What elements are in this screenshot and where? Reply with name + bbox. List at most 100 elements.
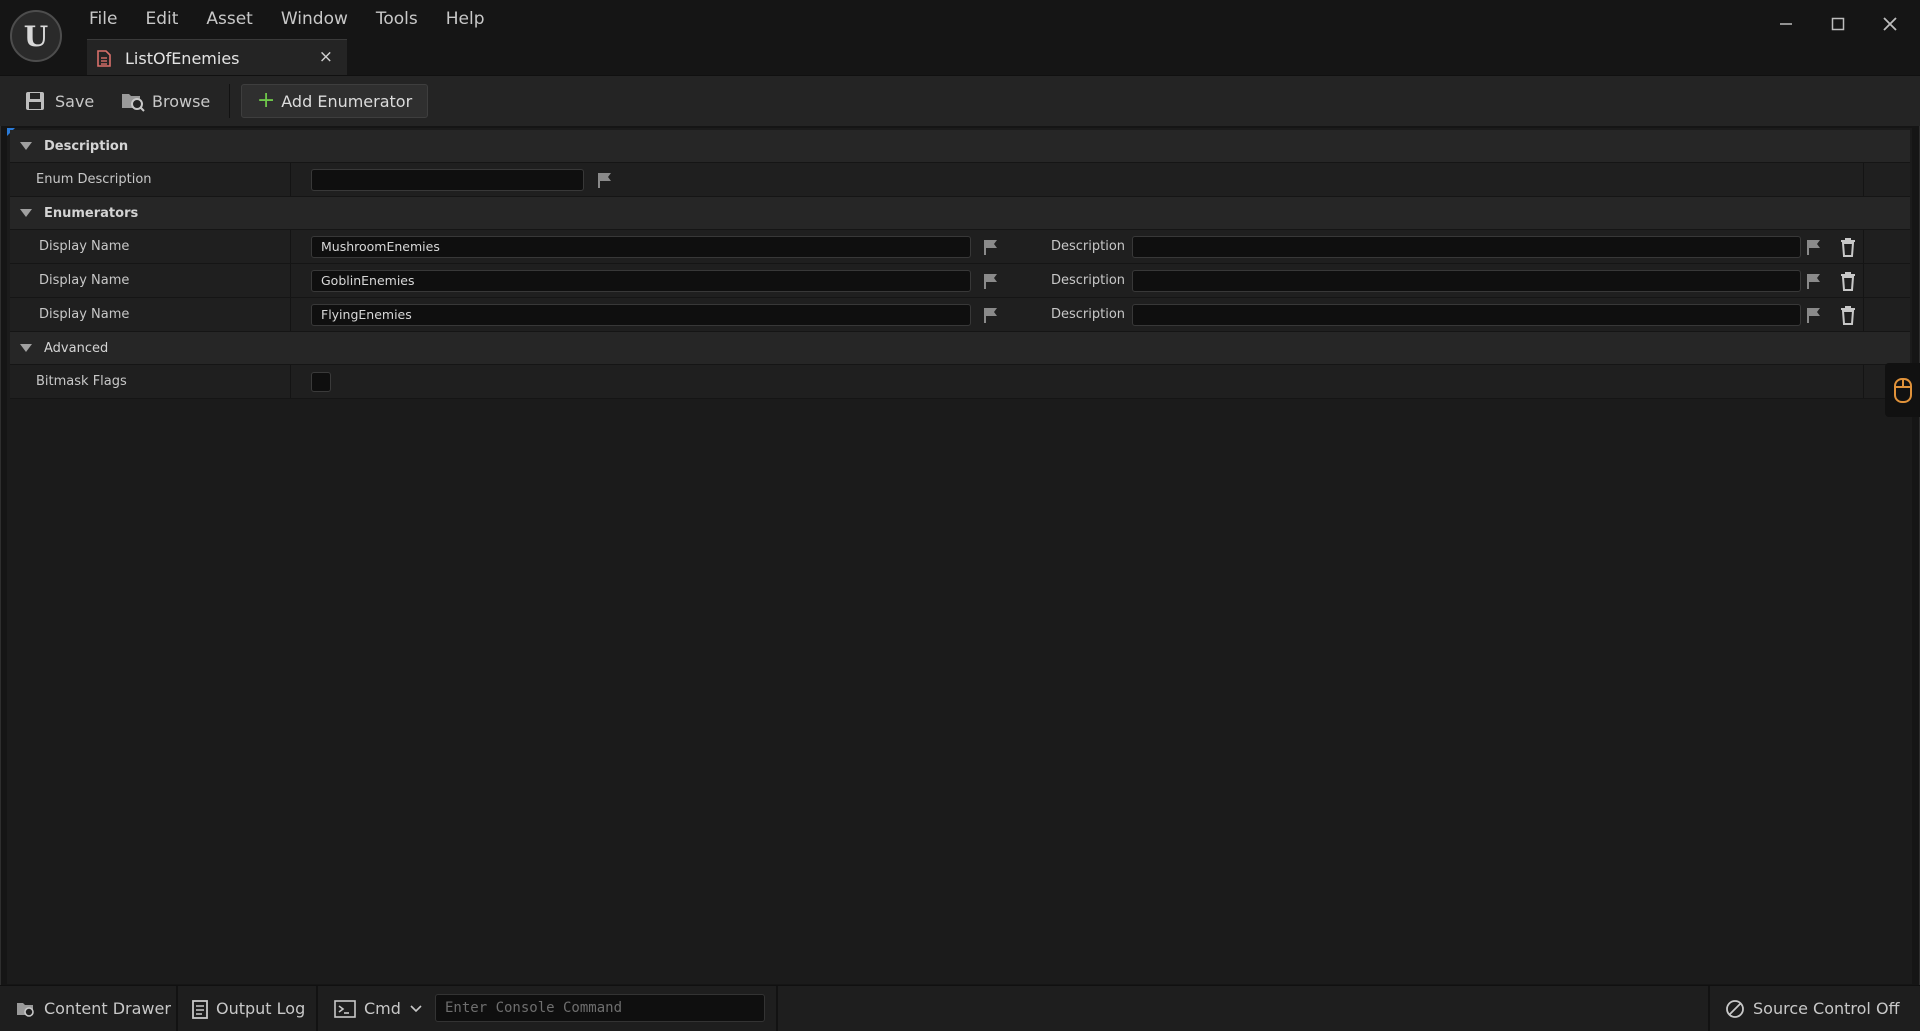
browse-label: Browse <box>152 91 211 111</box>
enumerator-description-input[interactable] <box>1132 270 1801 292</box>
flag-icon[interactable] <box>982 238 1000 256</box>
output-log-label: Output Log <box>216 999 306 1018</box>
column-splitter <box>1863 230 1864 263</box>
terminal-icon <box>334 999 356 1018</box>
status-divider <box>776 986 778 1031</box>
flag-icon[interactable] <box>1805 272 1823 290</box>
menu-window[interactable]: Window <box>267 9 362 29</box>
side-panel-handle[interactable] <box>1885 363 1920 417</box>
menu-help[interactable]: Help <box>432 9 499 29</box>
minimize-icon <box>1780 23 1792 25</box>
flag-icon[interactable] <box>982 272 1000 290</box>
minimize-button[interactable] <box>1760 0 1812 48</box>
details-panel: Description Enum Description Enumerators… <box>7 128 1912 984</box>
bitmask-flags-checkbox[interactable] <box>311 372 331 392</box>
property-label: Display Name <box>39 273 130 288</box>
toolbar: Save Browse + Add Enumerator <box>0 75 1920 126</box>
cmd-dropdown[interactable]: Cmd <box>334 986 423 1031</box>
menu-bar: File Edit Asset Window Tools Help <box>75 0 499 38</box>
maximize-button[interactable] <box>1812 0 1864 48</box>
property-label: Display Name <box>39 239 130 254</box>
display-name-input[interactable]: FlyingEnemies <box>311 304 971 326</box>
mouse-icon <box>1893 378 1912 403</box>
enumerator-row: Display Name FlyingEnemies Description <box>10 298 1910 332</box>
delete-icon[interactable] <box>1839 271 1857 291</box>
delete-icon[interactable] <box>1839 237 1857 257</box>
enumerator-row: Display Name GoblinEnemies Description <box>10 264 1910 298</box>
source-control-button[interactable]: Source Control Off <box>1725 986 1900 1031</box>
menu-edit[interactable]: Edit <box>131 9 192 29</box>
content-drawer-label: Content Drawer <box>44 999 171 1018</box>
enum-description-input[interactable] <box>311 169 584 191</box>
save-label: Save <box>55 91 95 111</box>
property-label: Display Name <box>39 307 130 322</box>
status-divider <box>176 986 178 1031</box>
flag-icon[interactable] <box>1805 238 1823 256</box>
status-divider <box>316 986 318 1031</box>
add-enumerator-label: Add Enumerator <box>281 91 413 111</box>
save-icon <box>26 92 44 110</box>
column-splitter[interactable] <box>290 298 291 331</box>
delete-icon[interactable] <box>1839 305 1857 325</box>
close-icon <box>1883 17 1897 31</box>
maximize-icon <box>1831 17 1845 31</box>
save-button[interactable]: Save <box>24 85 94 117</box>
cmd-label: Cmd <box>364 999 401 1018</box>
status-divider <box>1708 986 1710 1031</box>
flag-icon[interactable] <box>982 306 1000 324</box>
description-label: Description <box>1051 273 1126 288</box>
display-name-input[interactable]: GoblinEnemies <box>311 270 971 292</box>
expand-arrow-icon <box>20 142 32 150</box>
category-enumerators[interactable]: Enumerators <box>10 197 1910 230</box>
description-label: Description <box>1051 239 1126 254</box>
category-advanced[interactable]: Advanced <box>10 332 1910 365</box>
content-drawer-button[interactable]: Content Drawer <box>16 986 171 1031</box>
column-splitter[interactable] <box>290 264 291 297</box>
menu-file[interactable]: File <box>75 9 131 29</box>
status-bar: Content Drawer Output Log Cmd Enter Cons… <box>0 985 1920 1031</box>
enumerator-description-input[interactable] <box>1132 236 1801 258</box>
category-label: Advanced <box>44 340 109 356</box>
column-splitter <box>1863 264 1864 297</box>
close-window-button[interactable] <box>1864 0 1916 48</box>
menu-asset[interactable]: Asset <box>192 9 266 29</box>
menu-tools[interactable]: Tools <box>362 9 432 29</box>
chevron-down-icon <box>410 1004 422 1012</box>
expand-arrow-icon <box>20 344 32 352</box>
source-control-label: Source Control Off <box>1753 999 1900 1018</box>
column-splitter[interactable] <box>290 230 291 263</box>
toolbar-divider <box>229 84 230 118</box>
enum-asset-icon <box>97 49 111 67</box>
source-control-off-icon <box>1726 999 1744 1018</box>
description-label: Description <box>1051 307 1126 322</box>
unreal-logo-icon[interactable]: U <box>10 10 62 62</box>
flag-icon[interactable] <box>1805 306 1823 324</box>
column-splitter <box>1863 298 1864 331</box>
content-drawer-icon <box>17 1002 34 1017</box>
bitmask-flags-row: Bitmask Flags <box>10 365 1910 399</box>
asset-tab[interactable]: ListOfEnemies × <box>87 39 347 76</box>
category-description[interactable]: Description <box>10 130 1910 163</box>
plus-icon: + <box>256 88 276 113</box>
enum-description-row: Enum Description <box>10 163 1910 197</box>
column-splitter <box>1863 163 1864 196</box>
output-log-icon <box>192 999 208 1019</box>
console-command-input[interactable]: Enter Console Command <box>435 994 765 1022</box>
add-enumerator-button[interactable]: + Add Enumerator <box>241 84 428 118</box>
category-label: Description <box>44 138 129 154</box>
tab-title: ListOfEnemies <box>125 48 240 68</box>
title-bar: U File Edit Asset Window Tools Help List… <box>0 0 1920 76</box>
property-label: Enum Description <box>36 172 152 187</box>
column-splitter[interactable] <box>290 163 291 196</box>
flag-icon[interactable] <box>596 171 614 189</box>
display-name-input[interactable]: MushroomEnemies <box>311 236 971 258</box>
enumerator-description-input[interactable] <box>1132 304 1801 326</box>
column-splitter[interactable] <box>290 365 291 398</box>
column-splitter <box>1863 365 1864 398</box>
output-log-button[interactable]: Output Log <box>192 986 305 1031</box>
enumerator-row: Display Name MushroomEnemies Description <box>10 230 1910 264</box>
tab-close-button[interactable]: × <box>319 47 333 67</box>
browse-button[interactable]: Browse <box>120 85 210 117</box>
category-label: Enumerators <box>44 205 139 221</box>
browse-icon <box>122 94 145 112</box>
